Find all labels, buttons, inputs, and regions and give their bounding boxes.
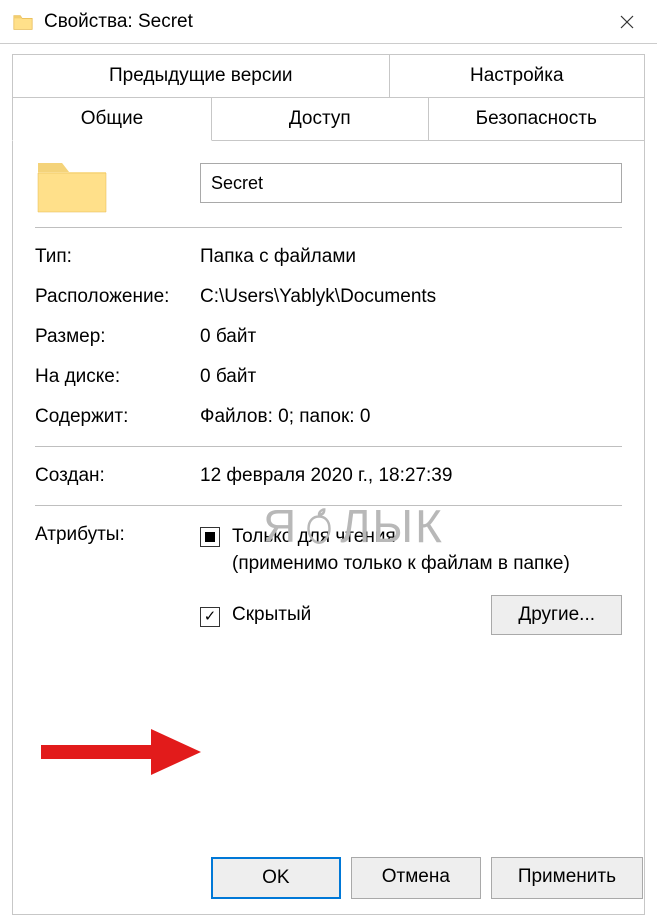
- type-value: Папка с файлами: [200, 246, 622, 268]
- folder-large-icon: [35, 153, 109, 217]
- close-icon: [620, 15, 634, 29]
- location-label: Расположение:: [35, 286, 200, 308]
- size-on-disk-value: 0 байт: [200, 366, 622, 388]
- contains-label: Содержит:: [35, 406, 200, 428]
- hidden-checkbox[interactable]: [200, 607, 220, 627]
- divider: [35, 505, 622, 506]
- divider: [35, 227, 622, 228]
- size-label: Размер:: [35, 326, 200, 348]
- created-value: 12 февраля 2020 г., 18:27:39: [200, 465, 622, 487]
- dialog-buttons: OK Отмена Применить: [0, 857, 657, 899]
- tab-general[interactable]: Общие: [12, 97, 212, 141]
- arrow-annotation: [41, 723, 201, 779]
- attributes-label: Атрибуты:: [35, 524, 200, 653]
- size-on-disk-label: На диске:: [35, 366, 200, 388]
- tab-previous-versions[interactable]: Предыдущие версии: [12, 54, 390, 98]
- ok-button[interactable]: OK: [211, 857, 341, 899]
- titlebar: Свойства: Secret: [0, 0, 657, 44]
- tab-sharing[interactable]: Доступ: [211, 97, 429, 141]
- close-button[interactable]: [603, 0, 651, 44]
- readonly-checkbox[interactable]: [200, 527, 220, 547]
- divider: [35, 446, 622, 447]
- apply-button[interactable]: Применить: [491, 857, 643, 899]
- general-panel: Тип: Папка с файлами Расположение: C:\Us…: [12, 141, 645, 915]
- location-value: C:\Users\Yablyk\Documents: [200, 286, 622, 308]
- folder-icon: [12, 11, 34, 33]
- window-title: Свойства: Secret: [44, 11, 603, 33]
- tabs-container: Предыдущие версии Настройка Общие Доступ…: [0, 44, 657, 915]
- created-label: Создан:: [35, 465, 200, 487]
- hidden-label: Скрытый: [232, 602, 311, 629]
- readonly-label: Только для чтения (применимо только к фа…: [232, 524, 570, 577]
- size-value: 0 байт: [200, 326, 622, 348]
- folder-name-input[interactable]: [200, 163, 622, 203]
- cancel-button[interactable]: Отмена: [351, 857, 481, 899]
- tab-security[interactable]: Безопасность: [428, 97, 646, 141]
- type-label: Тип:: [35, 246, 200, 268]
- tab-settings[interactable]: Настройка: [389, 54, 645, 98]
- contains-value: Файлов: 0; папок: 0: [200, 406, 622, 428]
- advanced-button[interactable]: Другие...: [491, 595, 622, 635]
